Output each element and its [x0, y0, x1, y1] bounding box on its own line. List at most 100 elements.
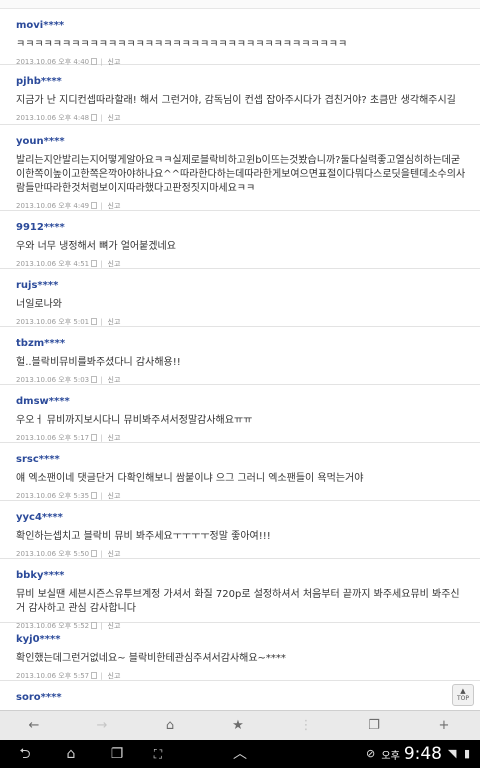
reply-icon[interactable] [91, 550, 98, 557]
comment-item: yyc4**** 확인하는셉치고 블락비 뮤비 봐주세요ㅜㅜㅜㅜ정말 좋아여!!… [0, 501, 480, 559]
comment-item: srsc**** 얘 엑소팬이네 댓글단거 다확인해보니 쌈붙이냐 으그 그러니… [0, 443, 480, 501]
comment-meta: 2013.10.06 오후 5:50 | 신고 [16, 550, 121, 558]
menu-button[interactable]: ⋮ [272, 711, 340, 740]
dots-icon: ⋮ [299, 718, 313, 733]
comment-text: 헐..블락비뮤비를봐주셨다니 감사해용!! [16, 357, 181, 368]
chevron-up-icon: ▲ [460, 687, 466, 695]
home-button[interactable]: ⌂ [136, 711, 204, 740]
comment-meta: 2013.10.06 오후 4:48 | 신고 [16, 114, 121, 122]
report-link[interactable]: 신고 [108, 492, 121, 500]
comment-item: soro**** [0, 681, 480, 710]
comment-date: 2013.10.06 오후 5:17 [16, 434, 90, 442]
reply-icon[interactable] [91, 492, 98, 499]
comment-username[interactable]: pjhb**** [16, 75, 466, 88]
comment-date: 2013.10.06 오후 5:01 [16, 318, 90, 326]
clock-ampm: 오후 [381, 751, 400, 762]
comment-item: movi**** ㅋㅋㅋㅋㅋㅋㅋㅋㅋㅋㅋㅋㅋㅋㅋㅋㅋㅋㅋㅋㅋㅋㅋㅋㅋㅋㅋㅋㅋㅋㅋ… [0, 9, 480, 66]
report-link[interactable]: 신고 [108, 550, 121, 558]
comment-username[interactable]: rujs**** [16, 279, 466, 292]
bookmark-button[interactable]: ★ [204, 711, 272, 740]
comment-username[interactable]: srsc**** [16, 453, 466, 466]
reply-icon[interactable] [91, 202, 98, 209]
report-link[interactable]: 신고 [108, 260, 121, 268]
plus-icon: + [438, 718, 450, 733]
comment-date: 2013.10.06 오후 5:03 [16, 376, 90, 384]
battery-icon: ▮ [464, 747, 471, 760]
tabs-icon: ❐ [368, 718, 380, 733]
report-link[interactable]: 신고 [108, 672, 121, 680]
home-icon: ⌂ [165, 718, 175, 733]
comment-username[interactable]: movi**** [16, 19, 466, 32]
comment-date: 2013.10.06 오후 5:57 [16, 672, 90, 680]
comment-text: 발리는지안발리는지어떻게알아요ㅋㅋ실제로블락비하고윈b이뜨는것봤습니까?둘다실력… [16, 155, 466, 194]
comment-username[interactable]: kyj0**** [16, 633, 466, 646]
reply-icon[interactable] [91, 318, 98, 325]
reply-icon[interactable] [91, 260, 98, 267]
comment-username[interactable]: tbzm**** [16, 337, 466, 350]
nav-recent-apps-button[interactable]: ❐ [104, 740, 130, 768]
reply-icon[interactable] [91, 114, 98, 121]
comment-text: 지금가 난 지디컨셉따라할래! 해서 그런거야, 감독님이 컨셉 잡아주시다가 … [16, 95, 456, 106]
app-tray-button[interactable]: ︿ [226, 740, 254, 768]
comment-meta: 2013.10.06 오후 4:49 | 신고 [16, 202, 121, 210]
screenshot-button[interactable]: ⛶ [146, 740, 170, 768]
reply-icon[interactable] [91, 376, 98, 383]
comment-meta: 2013.10.06 오후 5:03 | 신고 [16, 376, 121, 384]
scroll-to-top-button[interactable]: ▲ TOP [452, 684, 474, 706]
reply-icon[interactable] [91, 434, 98, 441]
comment-meta: 2013.10.06 오후 5:57 | 신고 [16, 672, 121, 680]
wifi-icon: ◥ [448, 747, 457, 760]
comment-text: 우오ㅓ 뮤비까지보시다니 뮤비봐주셔서정말감사해요ㅠㅠ [16, 415, 253, 426]
comment-username[interactable]: dmsw**** [16, 395, 466, 408]
nav-home-button[interactable]: ⌂ [56, 740, 86, 768]
comment-text: 확인했는데그런거없네요~ 블락비한테관심주셔서감사해요~**** [16, 653, 286, 664]
chevron-up-icon: ︿ [233, 746, 247, 762]
reply-icon[interactable] [91, 672, 98, 679]
forward-arrow-icon: → [96, 718, 108, 733]
comment-username[interactable]: youn**** [16, 135, 466, 148]
clock-time: 9:48 [403, 744, 442, 764]
back-icon: ⮌ [19, 746, 31, 762]
comment-item: 9912**** 우와 너무 냉정해서 뼈가 얼어붙겠네요 2013.10.06… [0, 211, 480, 269]
comment-text: 뮤비 보실땐 세븐시즌스유투브계정 가셔서 화질 720p로 설정하셔서 처음부… [16, 589, 460, 614]
report-link[interactable]: 신고 [108, 376, 121, 384]
comment-username[interactable]: yyc4**** [16, 511, 466, 524]
system-navigation-bar: ⮌ ⌂ ❐ ⛶ ︿ ⊘ 오후 9:48 ◥ ▮ [0, 740, 480, 768]
comment-text: 확인하는셉치고 블락비 뮤비 봐주세요ㅜㅜㅜㅜ정말 좋아여!!! [16, 531, 271, 542]
forward-button[interactable]: → [68, 711, 136, 740]
previous-content-edge [0, 0, 480, 9]
comment-item: kyj0**** 확인했는데그런거없네요~ 블락비한테관심주셔서감사해요~***… [0, 623, 480, 681]
comment-date: 2013.10.06 오후 4:48 [16, 114, 90, 122]
comment-username[interactable]: bbky**** [16, 569, 466, 582]
comment-meta: 2013.10.06 오후 5:01 | 신고 [16, 318, 121, 326]
reply-icon[interactable] [91, 58, 98, 65]
comment-username[interactable]: soro**** [16, 691, 466, 704]
comment-date: 2013.10.06 오후 4:49 [16, 202, 90, 210]
sync-icon: ⊘ [366, 747, 376, 760]
comment-text: 얘 엑소팬이네 댓글단거 다확인해보니 쌈붙이냐 으그 그러니 엑소팬들이 욕먹… [16, 473, 364, 484]
report-link[interactable]: 신고 [108, 318, 121, 326]
comment-username[interactable]: 9912**** [16, 221, 466, 234]
report-link[interactable]: 신고 [108, 202, 121, 210]
home-icon: ⌂ [66, 746, 76, 762]
status-clock[interactable]: 오후 9:48 [381, 740, 442, 768]
report-link[interactable]: 신고 [108, 114, 121, 122]
comment-list[interactable]: movi**** ㅋㅋㅋㅋㅋㅋㅋㅋㅋㅋㅋㅋㅋㅋㅋㅋㅋㅋㅋㅋㅋㅋㅋㅋㅋㅋㅋㅋㅋㅋㅋ… [0, 0, 480, 710]
comment-item: rujs**** 너일로나와 2013.10.06 오후 5:01 | 신고 [0, 269, 480, 327]
recent-apps-icon: ❐ [110, 746, 124, 762]
tabs-button[interactable]: ❐ [340, 711, 408, 740]
new-tab-button[interactable]: + [408, 711, 480, 740]
star-icon: ★ [232, 718, 244, 733]
nav-back-button[interactable]: ⮌ [12, 740, 38, 768]
report-link[interactable]: 신고 [108, 434, 121, 442]
comment-text: 우와 너무 냉정해서 뼈가 얼어붙겠네요 [16, 241, 176, 252]
comment-date: 2013.10.06 오후 5:35 [16, 492, 90, 500]
back-arrow-icon: ← [28, 718, 40, 733]
comment-item: tbzm**** 헐..블락비뮤비를봐주셨다니 감사해용!! 2013.10.0… [0, 327, 480, 385]
screenshot-icon: ⛶ [153, 747, 163, 761]
comment-meta: 2013.10.06 오후 5:35 | 신고 [16, 492, 121, 500]
back-button[interactable]: ← [0, 711, 68, 740]
comment-meta: 2013.10.06 오후 4:51 | 신고 [16, 260, 121, 268]
comment-text: 너일로나와 [16, 299, 62, 310]
comment-item: pjhb**** 지금가 난 지디컨셉따라할래! 해서 그런거야, 감독님이 컨… [0, 65, 480, 125]
